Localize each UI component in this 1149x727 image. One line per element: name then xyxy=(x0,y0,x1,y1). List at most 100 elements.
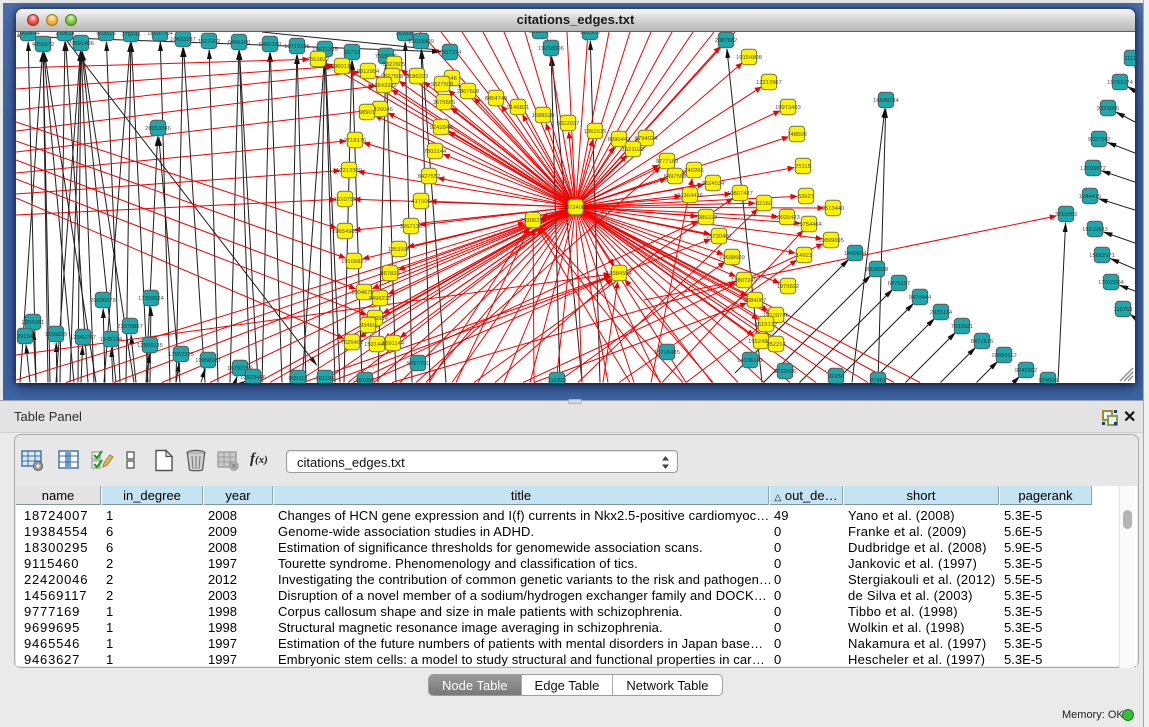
svg-text:1691144: 1691144 xyxy=(382,341,405,347)
svg-text:17016504: 17016504 xyxy=(1098,280,1125,286)
svg-text:10719185: 10719185 xyxy=(284,44,310,50)
svg-text:8454749: 8454749 xyxy=(485,96,508,102)
svg-text:8186323: 8186323 xyxy=(406,74,429,80)
svg-text:748500: 748500 xyxy=(787,132,806,138)
svg-text:230514: 230514 xyxy=(55,32,75,37)
svg-text:3624534: 3624534 xyxy=(702,181,725,187)
svg-text:1975692: 1975692 xyxy=(777,284,800,290)
svg-text:12093872: 12093872 xyxy=(1080,166,1106,172)
svg-text:252214: 252214 xyxy=(766,342,786,348)
svg-text:1362615: 1362615 xyxy=(584,129,607,135)
svg-text:92450: 92450 xyxy=(828,374,844,380)
svg-text:746266: 746266 xyxy=(684,168,703,174)
svg-text:14136141: 14136141 xyxy=(737,358,763,364)
svg-text:20206578: 20206578 xyxy=(90,298,116,304)
svg-text:11121: 11121 xyxy=(1124,56,1135,62)
svg-text:10688609: 10688609 xyxy=(719,255,745,261)
svg-text:778241: 778241 xyxy=(121,32,140,38)
svg-text:9474444: 9474444 xyxy=(909,295,932,301)
svg-text:1527602: 1527602 xyxy=(198,39,221,45)
svg-text:20691406: 20691406 xyxy=(68,41,94,47)
svg-text:10654112: 10654112 xyxy=(991,353,1016,359)
svg-text:7032621: 7032621 xyxy=(951,324,974,330)
svg-text:1588520: 1588520 xyxy=(532,113,555,119)
svg-text:9227342: 9227342 xyxy=(1088,137,1111,143)
svg-text:87961: 87961 xyxy=(870,378,886,383)
svg-text:1156829: 1156829 xyxy=(45,332,67,338)
svg-text:9327508: 9327508 xyxy=(431,82,454,88)
svg-text:12505135: 12505135 xyxy=(137,343,163,349)
svg-text:8427552: 8427552 xyxy=(418,174,441,180)
svg-text:14923: 14923 xyxy=(796,253,812,259)
svg-text:10154808: 10154808 xyxy=(736,55,762,61)
svg-text:7625402: 7625402 xyxy=(341,340,364,346)
svg-text:18724007: 18724007 xyxy=(563,205,589,211)
svg-text:8813054: 8813054 xyxy=(529,32,552,35)
svg-text:1610755: 1610755 xyxy=(334,197,357,203)
svg-text:5322037: 5322037 xyxy=(557,121,580,127)
svg-text:9146821: 9146821 xyxy=(507,105,530,111)
svg-text:2355081: 2355081 xyxy=(22,320,45,326)
svg-text:1244415: 1244415 xyxy=(1079,194,1102,200)
svg-text:2935114: 2935114 xyxy=(930,310,953,316)
svg-text:19166827: 19166827 xyxy=(341,259,367,265)
svg-text:6497568: 6497568 xyxy=(664,174,687,180)
svg-text:23975867: 23975867 xyxy=(117,324,143,330)
svg-text:867833: 867833 xyxy=(380,271,399,277)
svg-text:10899695: 10899695 xyxy=(818,238,844,244)
svg-text:10973493: 10973493 xyxy=(775,105,801,111)
svg-text:9245652: 9245652 xyxy=(1015,368,1038,374)
svg-text:53627: 53627 xyxy=(798,194,814,200)
svg-text:7663822: 7663822 xyxy=(307,57,330,63)
svg-text:991066: 991066 xyxy=(355,378,374,383)
svg-text:8912954: 8912954 xyxy=(357,69,380,75)
svg-text:6479197: 6479197 xyxy=(888,281,911,287)
svg-text:1615132: 1615132 xyxy=(755,322,778,328)
svg-text:4055572: 4055572 xyxy=(32,42,55,48)
svg-text:3675685: 3675685 xyxy=(433,100,456,106)
svg-text:18807249: 18807249 xyxy=(731,278,757,284)
svg-text:3267130: 3267130 xyxy=(400,224,423,230)
svg-text:10653287: 10653287 xyxy=(170,37,196,43)
svg-text:7357224: 7357224 xyxy=(439,50,462,56)
svg-text:29300275: 29300275 xyxy=(520,218,546,224)
svg-text:9329966: 9329966 xyxy=(1097,106,1120,112)
svg-text:881305: 881305 xyxy=(580,32,599,36)
svg-text:8471676: 8471676 xyxy=(971,339,994,345)
svg-text:15692971: 15692971 xyxy=(1089,253,1115,259)
svg-text:12923446: 12923446 xyxy=(240,375,266,381)
svg-text:9513440: 9513440 xyxy=(822,206,845,212)
svg-text:1145194: 1145194 xyxy=(100,337,123,343)
svg-text:17957225: 17957225 xyxy=(168,352,194,358)
svg-text:8960123: 8960123 xyxy=(331,64,354,70)
svg-text:12213967: 12213967 xyxy=(756,80,782,86)
svg-text:93469: 93469 xyxy=(360,323,376,329)
svg-text:16713: 16713 xyxy=(344,50,360,56)
svg-text:2718176: 2718176 xyxy=(344,138,367,144)
svg-text:2867608: 2867608 xyxy=(457,89,480,95)
svg-text:3215953: 3215953 xyxy=(1055,212,1078,218)
svg-text:1440934: 1440934 xyxy=(844,251,867,257)
svg-text:12213309: 12213309 xyxy=(336,168,362,174)
svg-text:7803144: 7803144 xyxy=(424,149,447,155)
svg-text:16648784: 16648784 xyxy=(873,98,900,104)
svg-text:62160: 62160 xyxy=(756,201,772,207)
svg-text:903315: 903315 xyxy=(96,32,115,37)
svg-text:924506: 924506 xyxy=(1038,378,1057,383)
svg-text:1621022: 1621022 xyxy=(622,147,645,153)
svg-text:19654983: 19654983 xyxy=(332,229,358,235)
svg-text:10025433: 10025433 xyxy=(774,215,800,221)
svg-text:9457791: 9457791 xyxy=(407,361,430,367)
svg-text:5322605: 5322605 xyxy=(383,62,406,68)
svg-text:28053346: 28053346 xyxy=(145,126,171,132)
svg-text:9242848: 9242848 xyxy=(430,125,453,131)
svg-text:21364436: 21364436 xyxy=(677,193,703,199)
svg-text:7986322: 7986322 xyxy=(695,215,718,221)
svg-text:2087682: 2087682 xyxy=(715,38,738,44)
svg-text:116753: 116753 xyxy=(1114,307,1133,313)
svg-text:98901: 98901 xyxy=(359,110,375,116)
svg-text:16543382: 16543382 xyxy=(371,83,397,89)
svg-text:15716485: 15716485 xyxy=(654,350,680,356)
svg-text:8938928: 8938928 xyxy=(866,267,889,273)
svg-text:6466160: 6466160 xyxy=(259,42,282,48)
